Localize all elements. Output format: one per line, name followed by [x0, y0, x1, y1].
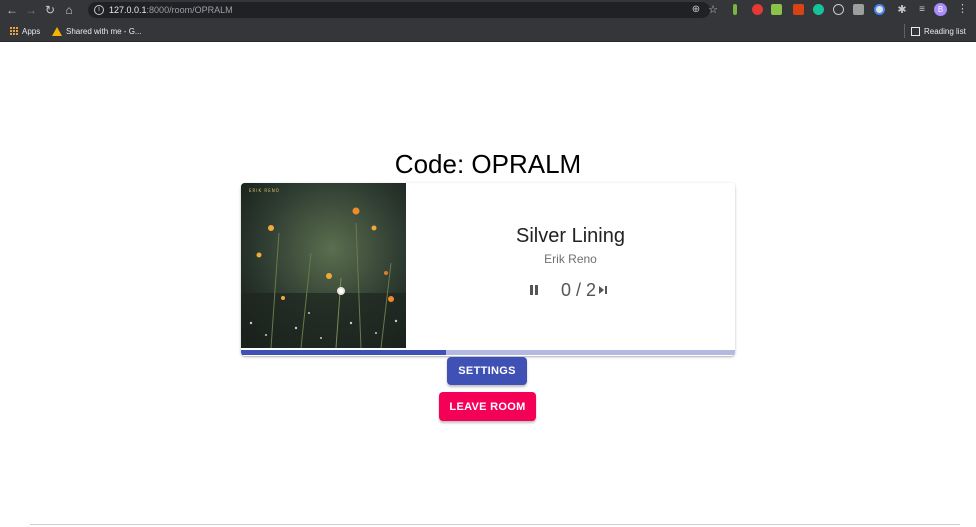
url-host: 127.0.0.1 — [109, 5, 147, 15]
extension-blue-icon[interactable] — [874, 4, 885, 15]
browser-toolbar: ← → ↻ ⌂ i 127.0.0.1:8000/room/OPRALM ⊕ ☆… — [0, 0, 976, 20]
reading-list-icon — [911, 26, 920, 36]
apps-grid-icon — [9, 27, 18, 36]
media-playlist-icon[interactable]: ≡ — [915, 3, 929, 17]
url-path: :8000/room/OPRALM — [146, 5, 233, 15]
song-title: Silver Lining — [516, 225, 625, 247]
extension-plant-icon[interactable] — [771, 4, 782, 15]
skip-votes-count: 0 / 2 — [561, 279, 597, 300]
bookmark-label: Shared with me - G... — [66, 26, 142, 36]
zoom-icon[interactable]: ⊕ — [689, 3, 703, 17]
extension-circle-icon[interactable] — [833, 4, 844, 15]
extensions-icon[interactable]: ✱ — [895, 3, 909, 17]
song-artist: Erik Reno — [544, 252, 597, 266]
site-info-icon[interactable]: i — [94, 5, 104, 15]
forward-arrow-icon[interactable]: → — [24, 3, 38, 17]
back-arrow-icon[interactable]: ← — [5, 3, 19, 17]
room-page: Code: OPRALM ERIK RENO Silver Lining Eri… — [0, 42, 976, 527]
page-bottom-divider — [30, 524, 960, 525]
address-bar[interactable]: i 127.0.0.1:8000/room/OPRALM — [88, 2, 710, 18]
extension-green-bar-icon[interactable] — [733, 4, 737, 15]
extension-grammarly-icon[interactable] — [813, 4, 824, 15]
album-art-image — [241, 183, 406, 348]
settings-button[interactable]: SETTINGS — [447, 357, 527, 385]
album-cover-text: ERIK RENO — [249, 188, 280, 193]
kebab-menu-icon[interactable]: ⋮ — [957, 3, 968, 16]
song-progress-bar — [241, 350, 735, 355]
room-code-title: Code: OPRALM — [394, 149, 582, 179]
song-progress-fill — [241, 350, 446, 355]
profile-avatar[interactable]: B — [934, 3, 947, 16]
extension-red-icon[interactable] — [752, 4, 763, 15]
skip-next-icon[interactable] — [599, 286, 608, 294]
reload-icon[interactable]: ↻ — [43, 3, 57, 17]
leave-room-button[interactable]: LEAVE ROOM — [439, 392, 536, 421]
extension-red-square-icon[interactable] — [793, 4, 804, 15]
album-cover: ERIK RENO — [241, 183, 406, 348]
bookmarks-bar: Apps Shared with me - G... — [0, 20, 976, 42]
playback-controls: 0 / 2 — [527, 279, 608, 301]
music-player-card: ERIK RENO Silver Lining Erik Reno 0 / 2 — [241, 183, 735, 356]
pause-icon[interactable] — [527, 283, 541, 297]
bookmark-shared-drive[interactable]: Shared with me - G... — [52, 25, 142, 37]
extension-square-icon[interactable] — [853, 4, 864, 15]
reading-list-button[interactable]: Reading list — [904, 24, 966, 38]
bookmark-star-icon[interactable]: ☆ — [706, 3, 720, 17]
home-icon[interactable]: ⌂ — [62, 3, 76, 17]
google-drive-icon — [52, 26, 62, 36]
reading-list-label: Reading list — [924, 26, 966, 36]
bookmark-apps[interactable]: Apps — [9, 25, 40, 37]
bookmark-label: Apps — [22, 26, 41, 36]
